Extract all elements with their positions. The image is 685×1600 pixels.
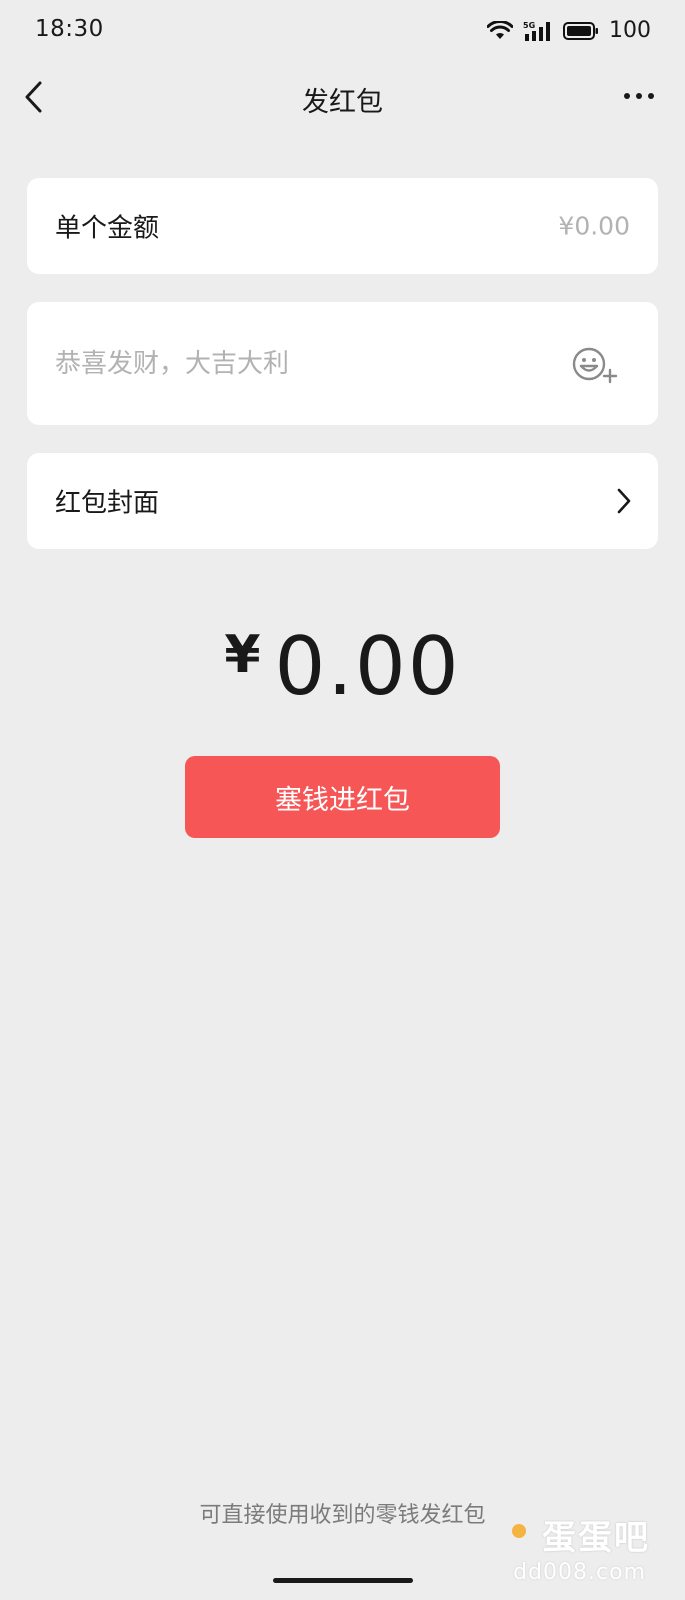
battery-icon: [563, 21, 599, 41]
chevron-right-icon: [617, 488, 631, 514]
total-amount: ¥0.00: [0, 620, 685, 713]
wifi-icon: [487, 20, 513, 41]
status-icons: 5G 100: [487, 18, 651, 43]
page-title: 发红包: [302, 87, 383, 118]
cover-card[interactable]: 红包封面: [27, 453, 658, 549]
emoji-add-icon: [572, 347, 618, 384]
send-red-packet-button[interactable]: 塞钱进红包: [185, 756, 500, 838]
currency-symbol: ¥: [224, 625, 261, 685]
total-amount-value: 0.00: [274, 620, 461, 713]
amount-input[interactable]: ¥0.00: [558, 212, 630, 241]
watermark-logo: 蛋蛋吧 dd008.com: [500, 1510, 650, 1598]
amount-card[interactable]: 单个金额 ¥0.00: [27, 178, 658, 274]
battery-level: 100: [609, 18, 651, 43]
more-button[interactable]: [621, 86, 657, 106]
status-bar: 18:30 5G 100: [0, 0, 685, 64]
watermark-dot-icon: [512, 1524, 526, 1538]
cover-label: 红包封面: [55, 488, 160, 519]
message-card: [27, 302, 658, 425]
status-time: 18:30: [35, 16, 104, 42]
more-dots-icon: [624, 93, 654, 99]
watermark-url: dd008.com: [513, 1560, 646, 1585]
emoji-button[interactable]: [572, 346, 618, 384]
cellular-signal-icon: 5G: [523, 20, 553, 42]
amount-label: 单个金额: [55, 213, 160, 244]
greeting-input[interactable]: [55, 348, 535, 379]
watermark-title: 蛋蛋吧: [542, 1518, 650, 1558]
network-type-label: 5G: [523, 21, 535, 30]
home-indicator[interactable]: [273, 1578, 413, 1583]
nav-bar: 发红包: [0, 64, 685, 130]
